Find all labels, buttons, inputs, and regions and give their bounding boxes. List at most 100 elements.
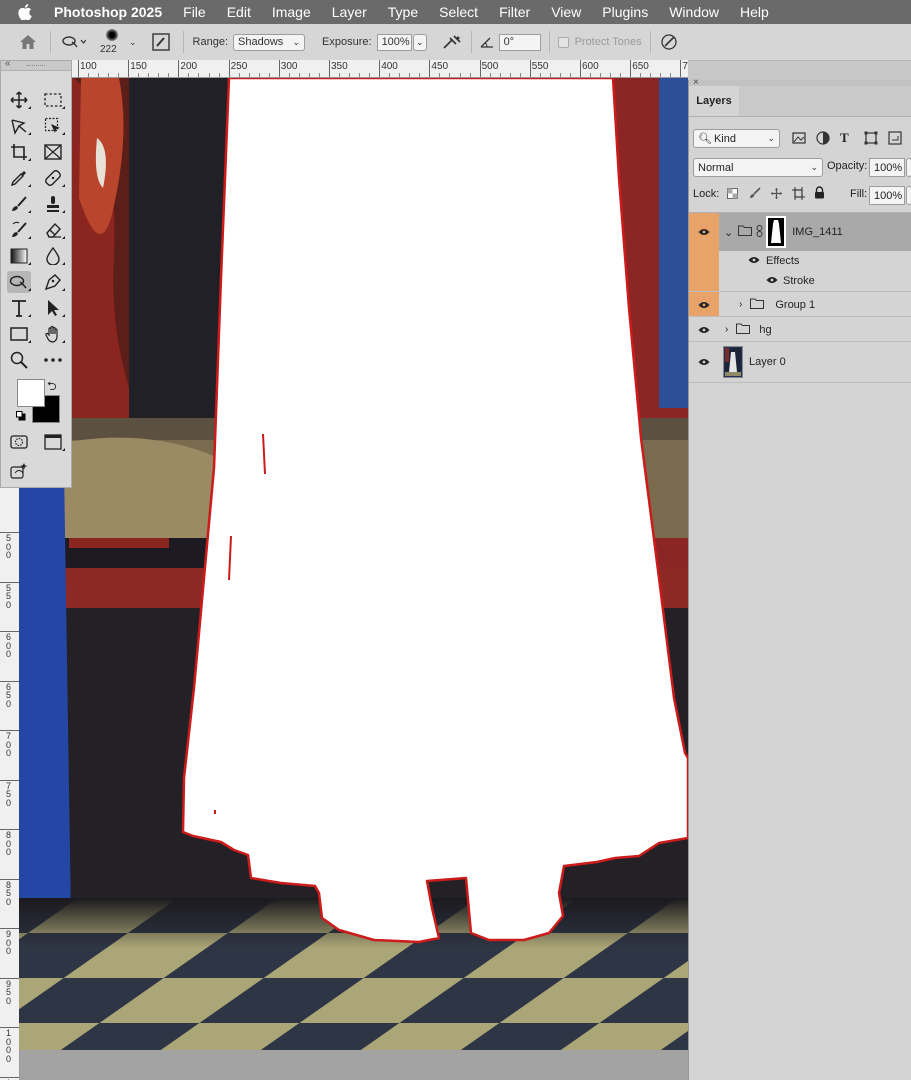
type-tool-icon[interactable] [7, 297, 31, 319]
fill-dropdown[interactable] [906, 186, 911, 205]
layer-mask-thumbnail[interactable] [766, 216, 787, 248]
marquee-tool-icon[interactable] [41, 89, 65, 111]
layer-filter-select[interactable]: 🔍︎ Kind ⌄ [693, 129, 780, 148]
blur-tool-icon[interactable] [41, 245, 65, 267]
home-icon[interactable] [18, 34, 38, 50]
rectangle-tool-icon[interactable] [7, 323, 31, 345]
link-icon[interactable] [756, 224, 763, 240]
collapse-panel-icon[interactable]: « [5, 58, 11, 69]
layer-name[interactable]: Group 1 [775, 299, 815, 311]
history-brush-tool-icon[interactable] [7, 219, 31, 241]
brush-settings-icon[interactable] [151, 33, 171, 51]
menu-plugins[interactable]: Plugins [602, 4, 648, 20]
menu-view[interactable]: View [551, 4, 581, 20]
layer-row-img-1411[interactable]: ⌄ IMG_1411 [689, 213, 911, 251]
brush-size: 222 [100, 44, 117, 55]
chevron-down-icon[interactable]: ⌄ [129, 37, 137, 48]
stroke-effect-row[interactable]: Stroke [689, 270, 911, 291]
visibility-eye-icon[interactable] [766, 275, 778, 287]
range-select[interactable]: Shadows ⌄ [233, 33, 306, 51]
menu-file[interactable]: File [183, 4, 206, 20]
burn-tool-preset-icon[interactable] [61, 35, 87, 49]
brush-preset-picker[interactable]: 222 [97, 26, 127, 58]
frame-tool-icon[interactable] [41, 141, 65, 163]
visibility-eye-icon[interactable] [748, 255, 760, 267]
clone-stamp-tool-icon[interactable] [41, 193, 65, 215]
visibility-eye-icon[interactable] [689, 342, 719, 382]
fill-input[interactable]: 100% [869, 186, 905, 205]
opacity-dropdown[interactable] [906, 158, 911, 177]
exposure-dropdown[interactable]: ⌄ [412, 33, 427, 51]
menu-layer[interactable]: Layer [332, 4, 367, 20]
filter-smart-object-icon[interactable] [888, 131, 902, 148]
tools-panel-header[interactable]: « [1, 58, 71, 71]
menu-window[interactable]: Window [669, 4, 719, 20]
layer-thumbnail[interactable] [723, 346, 743, 378]
effects-row[interactable]: Effects [689, 251, 911, 270]
layer-name[interactable]: IMG_1411 [792, 226, 843, 238]
object-selection-tool-icon[interactable] [41, 115, 65, 137]
menu-edit[interactable]: Edit [227, 4, 251, 20]
foreground-color-swatch[interactable] [17, 379, 45, 407]
burn-tool-icon[interactable] [7, 271, 31, 293]
more-tools-icon[interactable] [41, 349, 65, 371]
layer-row-layer-0[interactable]: Layer 0 [689, 341, 911, 383]
path-selection-tool-icon[interactable] [41, 297, 65, 319]
angle-input[interactable]: 0° [498, 33, 541, 51]
ruler-tick [78, 60, 79, 77]
screen-mode-icon[interactable] [41, 431, 65, 453]
layer-row-hg[interactable]: › hg [689, 316, 911, 342]
move-tool-icon[interactable] [7, 89, 31, 111]
lock-transparent-icon[interactable] [727, 188, 738, 202]
zoom-tool-icon[interactable] [7, 349, 31, 371]
menu-type[interactable]: Type [388, 4, 418, 20]
healing-brush-tool-icon[interactable] [41, 167, 65, 189]
hand-tool-icon[interactable] [41, 323, 65, 345]
edit-toolbar-icon[interactable] [7, 460, 31, 482]
chevron-right-icon[interactable]: › [725, 324, 728, 335]
filter-pixel-icon[interactable] [792, 131, 806, 148]
lasso-tool-icon[interactable] [7, 115, 31, 137]
eyedropper-tool-icon[interactable] [7, 167, 31, 189]
lock-pixels-icon[interactable] [749, 187, 761, 202]
visibility-eye-icon[interactable] [689, 317, 719, 342]
menu-app[interactable]: Photoshop 2025 [54, 4, 162, 20]
tab-layers[interactable]: Layers [689, 86, 739, 116]
brush-tool-icon[interactable] [7, 193, 31, 215]
quick-mask-icon[interactable] [7, 431, 31, 453]
menu-help[interactable]: Help [740, 4, 769, 20]
blend-mode-select[interactable]: Normal ⌄ [693, 158, 823, 177]
gradient-tool-icon[interactable] [7, 245, 31, 267]
filter-shape-icon[interactable] [864, 131, 878, 148]
visibility-eye-icon[interactable] [689, 213, 719, 251]
pen-tool-icon[interactable] [41, 271, 65, 293]
opacity-input[interactable]: 100% [869, 158, 905, 177]
lock-artboard-icon[interactable] [792, 187, 805, 203]
exposure-input[interactable]: 100% [376, 33, 412, 51]
menu-image[interactable]: Image [272, 4, 311, 20]
default-colors-icon[interactable] [16, 411, 26, 421]
filter-adjustment-icon[interactable] [816, 131, 830, 148]
chevron-down-icon[interactable]: ⌄ [724, 226, 733, 239]
layer-row-group-1[interactable]: › Group 1 [689, 291, 911, 317]
protect-tones-checkbox[interactable] [557, 36, 569, 48]
layer-name[interactable]: Layer 0 [749, 356, 786, 368]
menu-bar: Photoshop 2025 File Edit Image Layer Typ… [0, 0, 911, 24]
visibility-eye-icon[interactable] [689, 292, 719, 317]
swap-colors-icon[interactable]: ⮌ [47, 377, 57, 398]
airbrush-icon[interactable] [441, 34, 463, 50]
layer-name[interactable]: hg [759, 324, 771, 336]
crop-tool-icon[interactable] [7, 141, 31, 163]
menu-filter[interactable]: Filter [499, 4, 530, 20]
ruler-minor-tick [308, 73, 310, 77]
eraser-tool-icon[interactable] [41, 219, 65, 241]
canvas[interactable] [19, 78, 688, 1050]
chevron-right-icon[interactable]: › [739, 299, 742, 310]
apple-icon[interactable] [18, 4, 38, 20]
lock-all-icon[interactable] [814, 186, 825, 202]
ruler-label: 550 [531, 61, 549, 72]
pressure-size-icon[interactable] [659, 33, 679, 51]
filter-type-icon[interactable]: T [840, 130, 849, 146]
lock-position-icon[interactable] [770, 187, 783, 203]
menu-select[interactable]: Select [439, 4, 478, 20]
